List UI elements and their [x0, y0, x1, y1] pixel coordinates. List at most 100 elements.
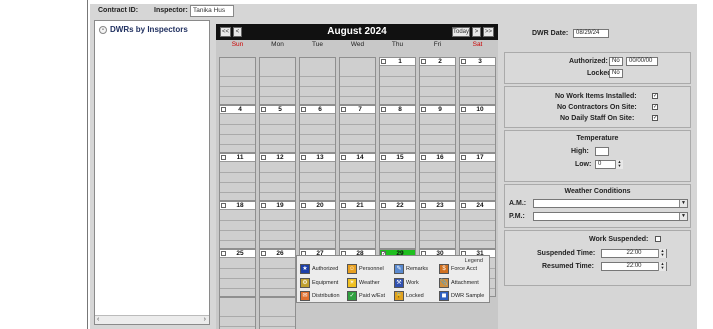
day-header-bar[interactable]: 14 [340, 154, 375, 162]
no-daily-staff-checkbox[interactable]: ✓ [652, 115, 658, 121]
calendar-day-cell[interactable]: 16 [419, 153, 456, 201]
day-checkbox[interactable] [341, 203, 346, 208]
calendar-day-cell[interactable] [259, 57, 296, 105]
day-checkbox[interactable] [261, 251, 266, 256]
day-header-bar[interactable]: 25 [220, 250, 255, 258]
day-checkbox[interactable] [221, 251, 226, 256]
low-temp-spinner[interactable]: ▲ ▼ [615, 160, 623, 169]
day-header-bar[interactable]: 10 [460, 106, 495, 114]
day-header-bar[interactable]: 26 [260, 250, 295, 258]
day-checkbox[interactable] [261, 203, 266, 208]
calendar-day-cell[interactable]: 24 [459, 201, 496, 249]
calendar-day-cell[interactable]: 9 [419, 105, 456, 153]
day-checkbox[interactable] [261, 155, 266, 160]
day-checkbox[interactable] [381, 59, 386, 64]
calendar-day-cell[interactable]: 12 [259, 153, 296, 201]
day-checkbox[interactable] [301, 203, 306, 208]
day-header-bar[interactable]: 20 [300, 202, 335, 210]
calendar-day-cell[interactable]: 25 [219, 249, 256, 297]
am-dropdown-icon[interactable]: ▼ [679, 200, 687, 207]
calendar-day-cell[interactable]: 21 [339, 201, 376, 249]
day-header-bar[interactable]: 9 [420, 106, 455, 114]
calendar-day-cell[interactable]: 20 [299, 201, 336, 249]
calendar-day-cell[interactable] [219, 57, 256, 105]
calendar-day-cell[interactable]: 18 [219, 201, 256, 249]
day-header-bar[interactable]: 23 [420, 202, 455, 210]
day-header-bar[interactable]: 21 [340, 202, 375, 210]
calendar-day-cell[interactable]: 8 [379, 105, 416, 153]
day-header-bar[interactable]: 6 [300, 106, 335, 114]
day-checkbox[interactable] [221, 107, 226, 112]
scroll-right-icon[interactable]: › [204, 316, 206, 323]
calendar-day-cell[interactable]: 22 [379, 201, 416, 249]
day-header-bar[interactable]: 5 [260, 106, 295, 114]
calendar-day-cell[interactable]: 4 [219, 105, 256, 153]
day-checkbox[interactable] [341, 155, 346, 160]
tree-item-dwrs-by-inspectors[interactable]: - DWRs by Inspectors [99, 25, 188, 34]
day-checkbox[interactable] [381, 107, 386, 112]
calendar-day-cell[interactable]: 14 [339, 153, 376, 201]
calendar-day-cell[interactable]: 3 [459, 57, 496, 105]
day-header-bar[interactable]: 1 [380, 58, 415, 66]
resumed-time-spinner[interactable]: ▲ ▼ [658, 262, 666, 271]
inspector-field[interactable]: Tanika Hus [190, 5, 234, 17]
day-header-bar[interactable]: 15 [380, 154, 415, 162]
horizontal-scrollbar[interactable]: ‹ › [95, 315, 209, 324]
day-checkbox[interactable] [421, 59, 426, 64]
day-checkbox[interactable] [461, 155, 466, 160]
calendar-day-cell[interactable]: 5 [259, 105, 296, 153]
day-checkbox[interactable] [381, 203, 386, 208]
calendar-day-cell[interactable]: 13 [299, 153, 336, 201]
calendar-day-cell[interactable]: 15 [379, 153, 416, 201]
day-header-bar[interactable]: 3 [460, 58, 495, 66]
day-header-bar[interactable]: 24 [460, 202, 495, 210]
calendar-day-cell[interactable]: 23 [419, 201, 456, 249]
day-header-bar[interactable]: 7 [340, 106, 375, 114]
calendar-day-cell[interactable]: 2 [419, 57, 456, 105]
day-checkbox[interactable] [301, 155, 306, 160]
no-work-items-checkbox[interactable]: ✓ [652, 93, 658, 99]
day-checkbox[interactable] [421, 155, 426, 160]
calendar-day-cell[interactable]: 7 [339, 105, 376, 153]
day-checkbox[interactable] [261, 107, 266, 112]
day-checkbox[interactable] [461, 203, 466, 208]
calendar-day-cell[interactable] [219, 297, 256, 329]
day-header-bar[interactable]: 4 [220, 106, 255, 114]
calendar-day-cell[interactable]: 10 [459, 105, 496, 153]
day-header-bar[interactable]: 12 [260, 154, 295, 162]
calendar-day-cell[interactable] [259, 297, 296, 329]
day-header-bar[interactable]: 16 [420, 154, 455, 162]
work-suspended-checkbox[interactable] [655, 236, 661, 242]
day-header-bar[interactable]: 8 [380, 106, 415, 114]
day-header-bar[interactable]: 18 [220, 202, 255, 210]
collapse-icon[interactable]: - [99, 25, 107, 34]
day-checkbox[interactable] [381, 155, 386, 160]
day-header-bar[interactable]: 17 [460, 154, 495, 162]
day-checkbox[interactable] [221, 203, 226, 208]
calendar-day-cell[interactable]: 26 [259, 249, 296, 297]
am-weather-select[interactable] [533, 199, 688, 208]
day-header-bar[interactable]: 22 [380, 202, 415, 210]
dwr-date-field[interactable]: 08/29/24 [573, 29, 609, 38]
pm-weather-select[interactable] [533, 212, 688, 221]
day-checkbox[interactable] [461, 59, 466, 64]
day-header-bar[interactable]: 19 [260, 202, 295, 210]
day-checkbox[interactable] [341, 107, 346, 112]
day-checkbox[interactable] [221, 155, 226, 160]
calendar-day-cell[interactable]: 1 [379, 57, 416, 105]
day-checkbox[interactable] [461, 107, 466, 112]
next-year-button[interactable]: >> [483, 27, 494, 37]
no-contractors-checkbox[interactable]: ✓ [652, 104, 658, 110]
calendar-day-cell[interactable]: 11 [219, 153, 256, 201]
day-header-bar[interactable]: 13 [300, 154, 335, 162]
high-temp-field[interactable] [595, 147, 609, 156]
day-header-bar[interactable]: 11 [220, 154, 255, 162]
day-checkbox[interactable] [301, 107, 306, 112]
calendar-day-cell[interactable]: 17 [459, 153, 496, 201]
suspended-time-spinner[interactable]: ▲ ▼ [658, 249, 666, 258]
day-header-bar[interactable]: 2 [420, 58, 455, 66]
today-button[interactable]: Today [452, 27, 470, 37]
pm-dropdown-icon[interactable]: ▼ [679, 213, 687, 220]
next-month-button[interactable]: > [472, 27, 481, 37]
day-checkbox[interactable] [421, 107, 426, 112]
